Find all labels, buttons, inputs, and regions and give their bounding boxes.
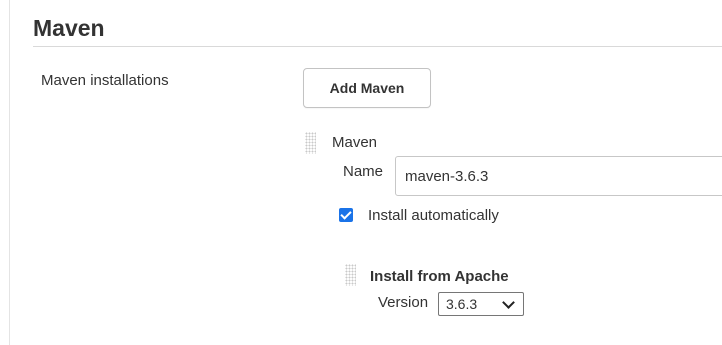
- installation-title: Maven: [332, 134, 378, 151]
- section-title: Maven: [33, 15, 105, 41]
- drag-handle-icon[interactable]: [345, 264, 356, 286]
- drag-handle-icon[interactable]: [305, 132, 316, 154]
- version-label: Version: [378, 294, 429, 311]
- install-automatically-checkbox[interactable]: [339, 208, 353, 222]
- chevron-down-icon: [502, 296, 515, 309]
- maven-config-page: Maven Maven installations Add Maven Mave…: [0, 0, 722, 345]
- version-select-value: 3.6.3: [446, 296, 478, 312]
- installer-title: Install from Apache: [370, 268, 509, 285]
- version-select[interactable]: 3.6.3: [438, 292, 524, 316]
- left-border: [9, 0, 10, 345]
- section-divider: [33, 46, 722, 47]
- add-maven-button[interactable]: Add Maven: [303, 68, 431, 108]
- name-input[interactable]: [395, 156, 722, 196]
- name-label: Name: [343, 163, 384, 180]
- install-automatically-label[interactable]: Install automatically: [368, 207, 499, 224]
- maven-installations-label: Maven installations: [41, 72, 169, 89]
